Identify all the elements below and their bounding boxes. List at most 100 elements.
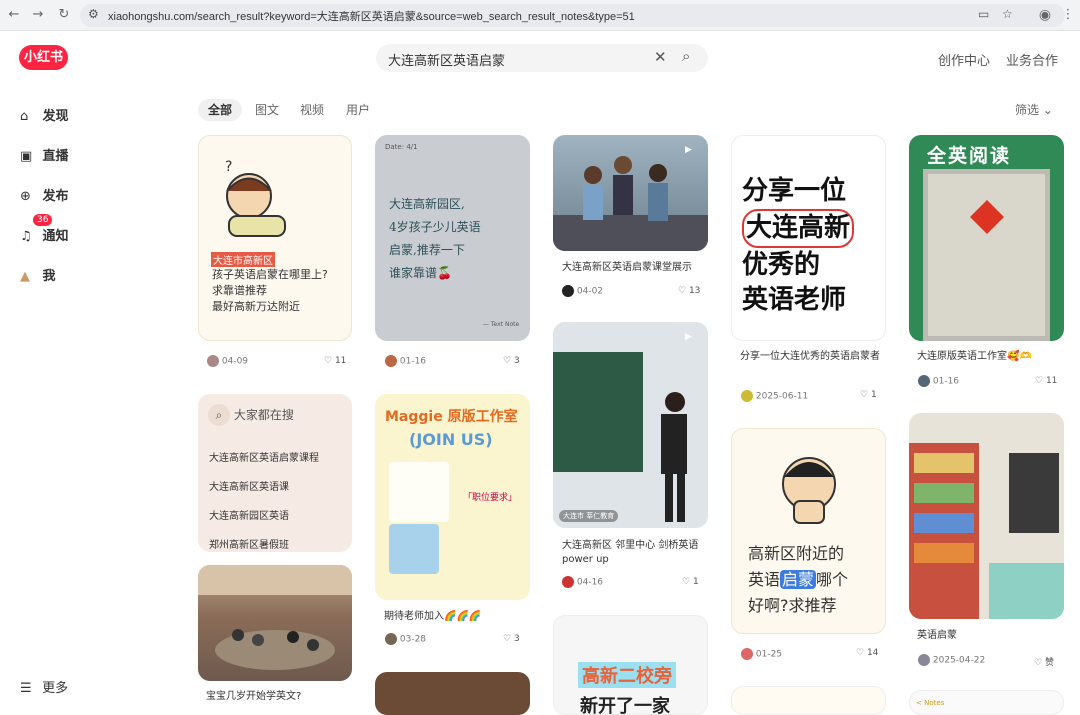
cover-line: 求靠谱推荐 (212, 284, 267, 297)
back-icon[interactable]: ← (6, 7, 22, 22)
tab-all[interactable]: 全部 (198, 99, 243, 121)
like-count[interactable]: ♡ 1 (860, 390, 877, 400)
filter-button[interactable]: 筛选 ⌄ (1015, 101, 1053, 118)
browser-chrome: ← → ↻ ⚙ xiaohongshu.com/search_result?ke… (0, 0, 1080, 31)
plus-icon: ⊕ (20, 189, 31, 204)
video-label: 大连市 莘仁教育 (559, 510, 619, 522)
address-bar[interactable]: ⚙ xiaohongshu.com/search_result?keyword=… (80, 4, 1065, 27)
tab-users[interactable]: 用户 (346, 101, 370, 118)
hamburger-icon: ☰ (20, 681, 32, 696)
card-caption[interactable]: 大连高新区 邻里中心 剑桥英语 power up (562, 539, 698, 567)
creator-center-link[interactable]: 创作中心 (938, 50, 990, 69)
note-card-cover[interactable]: 高新区附近的 英语 启蒙 哪个 好啊?求推荐 (731, 428, 886, 634)
avatar[interactable] (918, 654, 930, 666)
like-count[interactable]: ♡ 11 (324, 356, 346, 366)
note-card-cover[interactable]: 高新二校旁 新开了一家 (553, 615, 708, 715)
avatar[interactable] (918, 375, 930, 387)
svg-text:?: ? (225, 159, 232, 175)
business-link[interactable]: 业务合作 (1006, 50, 1058, 69)
like-count[interactable]: ♡ 13 (678, 286, 700, 296)
video-card-cover[interactable]: ▶ (553, 135, 708, 251)
like-count[interactable]: ♡ 3 (503, 356, 520, 366)
clear-icon[interactable]: ✕ (654, 48, 667, 66)
search-suggestions-card: ⌕ 大家都在搜 大连高新区英语启蒙课程 大连高新区英语课 大连高新园区英语 郑州… (198, 394, 352, 552)
avatar[interactable] (741, 648, 753, 660)
note-card-cover[interactable]: ? 大连市高新区 孩子英语启蒙在哪里上? 求靠谱推荐 最好高新万达附近 (198, 135, 352, 341)
search-box[interactable]: 大连高新区英语启蒙 ✕ ⌕ (376, 44, 708, 72)
suggestion-item[interactable]: 大连高新区英语课 (209, 473, 319, 502)
note-card-cover[interactable]: Date: 4/1 大连高新园区, 4岁孩子少儿英语 启蒙,推荐一下 谁家靠谱🍒… (375, 135, 530, 341)
tab-video[interactable]: 视频 (300, 101, 324, 118)
bell-icon: ♫ (20, 229, 32, 244)
card-meta: 03-28 (385, 633, 426, 645)
card-caption[interactable]: 英语启蒙 (917, 629, 957, 643)
sidebar-item-live[interactable]: ▣ 直播 (20, 145, 69, 164)
like-count[interactable]: ♡ 14 (856, 648, 878, 658)
gift-box-illustration (389, 524, 439, 574)
avatar[interactable] (562, 285, 574, 297)
like-count[interactable]: ♡ 1 (682, 577, 699, 587)
reload-icon[interactable]: ↻ (56, 7, 72, 22)
suggestions-title: ⌕ 大家都在搜 (208, 404, 294, 426)
like-count[interactable]: ♡ 赞 (1034, 655, 1054, 668)
bookmark-star-icon[interactable]: ☆ (1002, 7, 1013, 21)
video-card-cover[interactable]: ▶ 大连市 莘仁教育 (553, 322, 708, 528)
avatar[interactable] (741, 390, 753, 402)
cover-headline: 新开了一家 (580, 696, 670, 715)
note-card-cover-photo[interactable]: 全英阅读 (909, 135, 1064, 341)
suggestion-item[interactable]: 大连高新园区英语 (209, 502, 319, 531)
forward-icon[interactable]: → (30, 7, 46, 22)
handwritten-line: 大连高新园区, (389, 197, 465, 211)
sidebar-item-notifications[interactable]: ♫ 通知 (20, 225, 69, 244)
avatar[interactable] (562, 576, 574, 588)
poster-title: Maggie 原版工作室 (385, 409, 518, 425)
avatar[interactable] (385, 633, 397, 645)
note-card-cover[interactable] (731, 686, 886, 715)
thinking-boy-illustration (782, 457, 836, 524)
cast-icon[interactable]: ▭ (978, 7, 989, 21)
like-count[interactable]: ♡ 3 (503, 634, 520, 644)
cover-headline: 优秀的 (742, 250, 821, 280)
avatar[interactable] (207, 355, 219, 367)
card-meta: 01-16 (385, 355, 426, 367)
card-caption[interactable]: 宝宝几岁开始学英文? (206, 690, 301, 704)
card-caption[interactable]: 期待老师加入🌈🌈🌈 (384, 610, 481, 624)
sidebar-more[interactable]: ☰ 更多 (20, 677, 68, 696)
poster-subtitle: (JOIN US) (409, 430, 493, 449)
profile-icon[interactable]: ◉ (1037, 7, 1053, 23)
suggestion-item[interactable]: 郑州高新区暑假班 (209, 531, 319, 552)
search-icon[interactable]: ⌕ (682, 47, 690, 65)
note-card-cover-photo[interactable] (198, 565, 352, 681)
glass-door (923, 169, 1050, 341)
search-input[interactable]: 大连高新区英语启蒙 (388, 50, 505, 69)
cover-line: 最好高新万达附近 (212, 300, 300, 313)
note-card-cover-photo[interactable] (909, 413, 1064, 619)
sidebar-item-publish[interactable]: ⊕ 发布 (20, 185, 69, 204)
note-card-cover-photo[interactable] (375, 672, 530, 715)
cover-line: 高新区附近的 (748, 544, 845, 563)
cover-headline: 分享一位 (742, 176, 847, 206)
sidebar-item-me[interactable]: ▲ 我 (20, 265, 56, 284)
site-info-icon[interactable]: ⚙ (88, 7, 99, 21)
card-meta: 01-16 (918, 375, 959, 387)
xiaohongshu-logo[interactable]: 小红书 (19, 45, 68, 70)
recruitment-poster[interactable]: Maggie 原版工作室 (JOIN US) 「职位要求」 (375, 394, 530, 600)
sidebar-item-discover[interactable]: ⌂ 发现 (20, 105, 69, 124)
card-meta: 04-16 (562, 576, 603, 588)
tab-notes[interactable]: 图文 (255, 101, 279, 118)
card-meta: 2025-06-11 (741, 390, 808, 402)
suggestion-item[interactable]: 大连高新区英语启蒙课程 (209, 444, 319, 473)
avatar[interactable] (385, 355, 397, 367)
cover-headline: 英语老师 (742, 285, 847, 315)
note-card-cover[interactable]: < Notes (909, 690, 1064, 715)
card-caption[interactable]: 大连高新区英语启蒙课堂展示 (562, 261, 692, 275)
note-footer: — Text Note (483, 321, 520, 328)
url-text: xiaohongshu.com/search_result?keyword=大连… (108, 11, 635, 23)
menu-kebab-icon[interactable]: ⋮ (1060, 7, 1076, 22)
poster-requirements: 「职位要求」 (463, 493, 518, 503)
card-caption[interactable]: 分享一位大连优秀的英语启蒙者 (740, 350, 880, 364)
note-card-cover[interactable]: 分享一位 大连高新 优秀的 英语老师 (731, 135, 886, 341)
card-caption[interactable]: 大连原版英语工作室🥰🫶 (917, 350, 1032, 364)
home-icon: ⌂ (20, 109, 29, 124)
like-count[interactable]: ♡ 11 (1035, 376, 1057, 386)
